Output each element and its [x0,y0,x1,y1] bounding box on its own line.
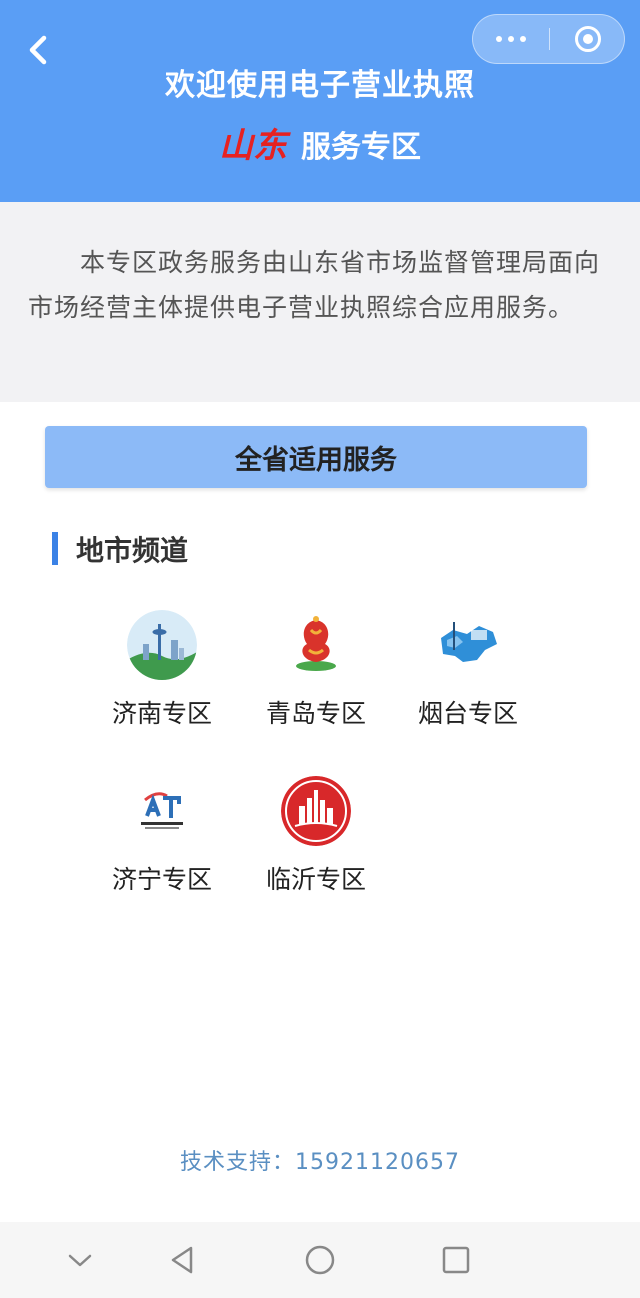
jining-logo-icon [127,776,197,846]
system-recents-button[interactable] [436,1240,476,1280]
system-home-button[interactable] [300,1240,340,1280]
province-service-button[interactable]: 全省适用服务 [45,426,587,488]
miniprogram-capsule [472,14,625,64]
chevron-down-icon [68,1254,92,1267]
recents-square-icon [442,1246,470,1274]
close-button[interactable] [550,15,625,63]
qingdao-logo-icon [281,610,351,680]
city-item-jinan[interactable]: 济南专区 [92,610,232,730]
back-triangle-icon [171,1246,193,1274]
linyi-logo-icon [281,776,351,846]
city-item-jining[interactable]: 济宁专区 [92,776,232,896]
city-label: 青岛专区 [265,699,366,728]
zone-label: 服务专区 [301,130,421,165]
more-dot [520,36,526,42]
city-label: 济宁专区 [111,865,212,894]
more-dot [508,36,514,42]
yantai-logo-icon [433,610,503,680]
city-label: 济南专区 [111,699,212,728]
city-label: 烟台专区 [417,699,518,728]
more-dots-icon [496,36,502,42]
province-name: 山东 [219,126,287,166]
target-close-icon [574,26,601,52]
intro-panel: 本专区政务服务由山东省市场监督管理局面向市场经营主体提供电子营业执照综合应用服务… [0,202,640,402]
intro-text: 本专区政务服务由山东省市场监督管理局面向市场经营主体提供电子营业执照综合应用服务… [28,248,601,322]
jinan-logo-icon [127,610,197,680]
more-button[interactable] [473,15,549,63]
header: 欢迎使用电子营业执照 山东 服务专区 [0,0,640,202]
city-label: 临沂专区 [265,865,366,894]
page-title: 欢迎使用电子营业执照 [165,68,475,103]
city-item-linyi[interactable]: 临沂专区 [246,776,386,896]
city-item-yantai[interactable]: 烟台专区 [398,610,538,730]
home-circle-icon [305,1245,335,1275]
city-item-qingdao[interactable]: 青岛专区 [246,610,386,730]
system-navigation-bar [0,1222,640,1298]
hide-keyboard-button[interactable] [60,1240,100,1280]
target-close-icon-inner [582,34,593,44]
section-accent-bar [52,532,58,565]
system-back-button[interactable] [163,1240,203,1280]
section-title: 地市频道 [76,534,189,567]
page-subtitle: 山东 服务专区 [0,118,640,167]
tech-support-text[interactable]: 技术支持：15921120657 [0,1144,640,1176]
